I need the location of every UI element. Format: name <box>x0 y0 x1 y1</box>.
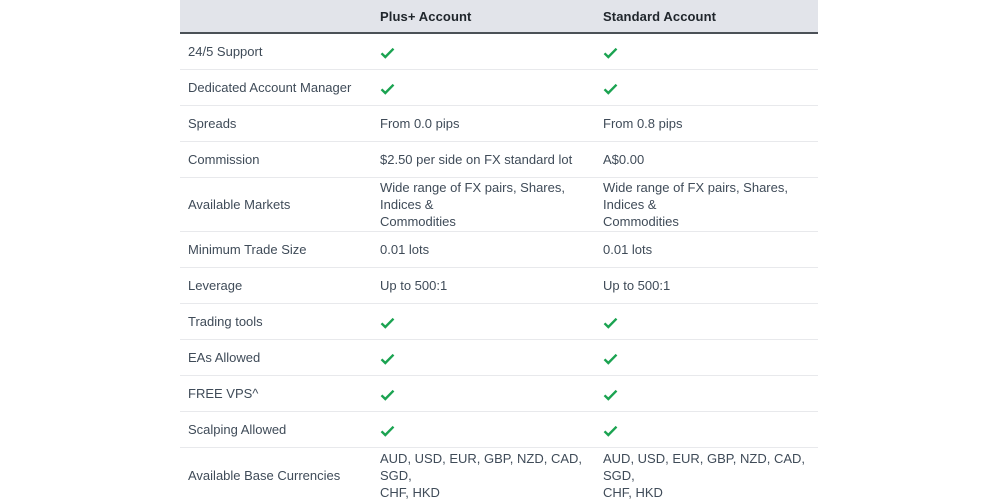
feature-label: Dedicated Account Manager <box>180 79 380 96</box>
feature-label: Trading tools <box>180 313 380 330</box>
plus-account-value <box>380 421 603 438</box>
plus-account-column-header: Plus+ Account <box>380 9 603 24</box>
feature-label: 24/5 Support <box>180 43 380 60</box>
check-icon <box>603 353 618 365</box>
standard-account-value: A$0.00 <box>603 151 818 168</box>
feature-label: Scalping Allowed <box>180 421 380 438</box>
feature-label: Spreads <box>180 115 380 132</box>
plus-account-value: AUD, USD, EUR, GBP, NZD, CAD, SGD, CHF, … <box>380 450 603 501</box>
plus-account-value <box>380 79 603 96</box>
check-icon <box>603 425 618 437</box>
check-icon <box>380 425 395 437</box>
table-row: FREE VPS^ <box>180 376 818 412</box>
plus-account-value: 0.01 lots <box>380 241 603 258</box>
check-icon <box>603 389 618 401</box>
check-icon <box>380 353 395 365</box>
standard-account-value: AUD, USD, EUR, GBP, NZD, CAD, SGD, CHF, … <box>603 450 818 501</box>
standard-account-column-header: Standard Account <box>603 9 818 24</box>
plus-account-value <box>380 313 603 330</box>
feature-label: EAs Allowed <box>180 349 380 366</box>
plus-account-value <box>380 385 603 402</box>
standard-account-value <box>603 313 818 330</box>
check-icon <box>603 47 618 59</box>
table-row: EAs Allowed <box>180 340 818 376</box>
table-row: Spreads From 0.0 pips From 0.8 pips <box>180 106 818 142</box>
plus-account-value <box>380 349 603 366</box>
standard-account-value: 0.01 lots <box>603 241 818 258</box>
standard-account-value: From 0.8 pips <box>603 115 818 132</box>
table-row: Leverage Up to 500:1 Up to 500:1 <box>180 268 818 304</box>
plus-account-value <box>380 43 603 60</box>
standard-account-value <box>603 349 818 366</box>
table-row: Available Markets Wide range of FX pairs… <box>180 178 818 232</box>
table-row: Trading tools <box>180 304 818 340</box>
plus-account-value: From 0.0 pips <box>380 115 603 132</box>
standard-account-value <box>603 421 818 438</box>
check-icon <box>380 389 395 401</box>
table-row: Available Base Currencies AUD, USD, EUR,… <box>180 448 818 502</box>
check-icon <box>603 317 618 329</box>
check-icon <box>380 317 395 329</box>
table-header-row: Plus+ Account Standard Account <box>180 0 818 34</box>
feature-label: Commission <box>180 151 380 168</box>
feature-label: Minimum Trade Size <box>180 241 380 258</box>
check-icon <box>603 83 618 95</box>
table-row: Dedicated Account Manager <box>180 70 818 106</box>
standard-account-value: Wide range of FX pairs, Shares, Indices … <box>603 179 818 230</box>
check-icon <box>380 83 395 95</box>
feature-label: Available Base Currencies <box>180 467 380 484</box>
feature-label: Leverage <box>180 277 380 294</box>
account-comparison-table: Plus+ Account Standard Account 24/5 Supp… <box>180 0 818 502</box>
table-row: 24/5 Support <box>180 34 818 70</box>
check-icon <box>380 47 395 59</box>
plus-account-value: $2.50 per side on FX standard lot <box>380 151 603 168</box>
feature-label: Available Markets <box>180 196 380 213</box>
standard-account-value <box>603 43 818 60</box>
standard-account-value <box>603 385 818 402</box>
table-row: Scalping Allowed <box>180 412 818 448</box>
standard-account-value: Up to 500:1 <box>603 277 818 294</box>
table-row: Minimum Trade Size 0.01 lots 0.01 lots <box>180 232 818 268</box>
feature-label: FREE VPS^ <box>180 385 380 402</box>
plus-account-value: Up to 500:1 <box>380 277 603 294</box>
standard-account-value <box>603 79 818 96</box>
table-row: Commission $2.50 per side on FX standard… <box>180 142 818 178</box>
plus-account-value: Wide range of FX pairs, Shares, Indices … <box>380 179 603 230</box>
